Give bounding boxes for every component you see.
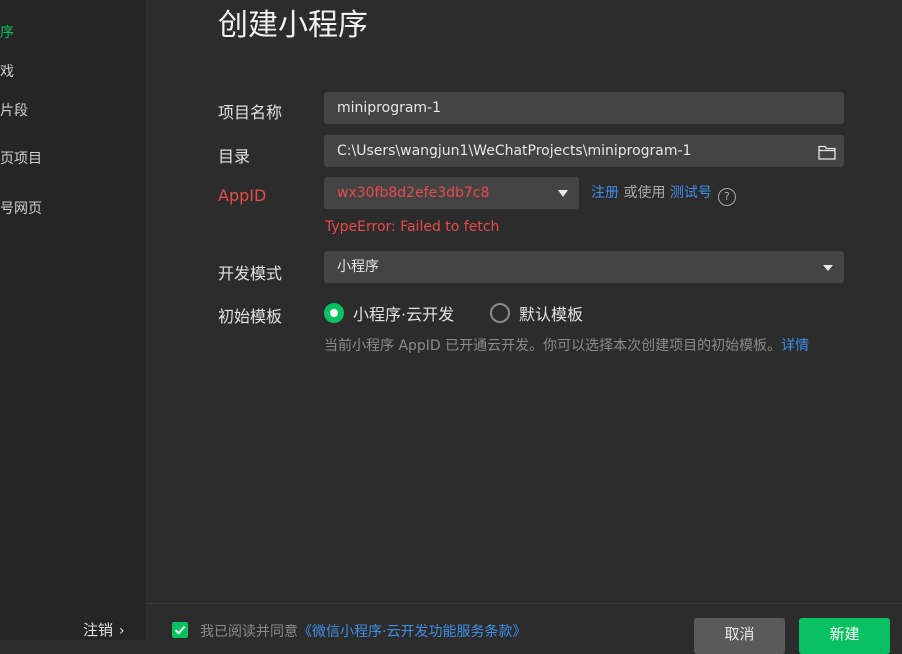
- help-icon[interactable]: ?: [717, 188, 736, 206]
- footer-bar: 我已阅读并同意《微信小程序·云开发功能服务条款》 取消 新建: [146, 603, 902, 654]
- sidebar-item-code-snippet[interactable]: 片段: [0, 100, 28, 120]
- template-hint-text: 当前小程序 AppID 已开通云开发。你可以选择本次创建项目的初始模板。: [324, 338, 782, 354]
- radio-unchecked-icon: [490, 303, 510, 323]
- register-link[interactable]: 注册: [591, 185, 619, 201]
- agree-text: 我已阅读并同意《微信小程序·云开发功能服务条款》: [200, 621, 526, 641]
- template-option-label: 小程序·云开发: [353, 305, 455, 324]
- caret-down-icon: [823, 265, 833, 271]
- create-button[interactable]: 新建: [799, 618, 890, 654]
- directory-label: 目录: [218, 147, 251, 166]
- cancel-button[interactable]: 取消: [694, 618, 785, 654]
- agree-label: 我已阅读并同意: [200, 624, 298, 640]
- agree-checkbox[interactable]: [172, 622, 188, 638]
- check-icon: [174, 625, 186, 635]
- appid-select[interactable]: wx30fb8d2efe3db7c8: [324, 177, 579, 209]
- template-option-label: 默认模板: [519, 305, 584, 324]
- caret-down-icon: [558, 190, 568, 197]
- folder-icon[interactable]: [818, 144, 836, 160]
- test-account-link[interactable]: 测试号: [670, 185, 712, 201]
- template-option-cloud[interactable]: 小程序·云开发: [324, 301, 455, 324]
- sidebar-item-public-project[interactable]: 页项目: [0, 148, 42, 168]
- template-option-default[interactable]: 默认模板: [490, 301, 584, 324]
- page-title: 创建小程序: [218, 8, 368, 43]
- project-name-input[interactable]: [324, 92, 844, 124]
- project-name-label: 项目名称: [218, 103, 283, 122]
- dev-mode-label: 开发模式: [218, 264, 283, 283]
- appid-links: 注册 或使用 测试号?: [591, 182, 736, 206]
- or-use-text: 或使用: [623, 185, 666, 201]
- details-link[interactable]: 详情: [781, 338, 809, 354]
- appid-error-message: TypeError: Failed to fetch: [325, 219, 500, 235]
- chevron-right-icon: ›: [119, 623, 125, 639]
- main-panel: 创建小程序 项目名称 目录 AppID wx30fb8d2efe3db7c8 注…: [146, 0, 902, 654]
- logout-button[interactable]: 注销 ›: [83, 619, 125, 640]
- appid-label: AppID: [218, 186, 267, 205]
- appid-value: wx30fb8d2efe3db7c8: [337, 185, 490, 201]
- logout-label: 注销: [83, 621, 114, 639]
- sidebar-item-game[interactable]: 戏: [0, 61, 14, 81]
- radio-checked-icon: [324, 303, 344, 323]
- template-label: 初始模板: [218, 307, 283, 326]
- template-hint: 当前小程序 AppID 已开通云开发。你可以选择本次创建项目的初始模板。详情: [324, 335, 809, 355]
- dev-mode-select[interactable]: 小程序: [324, 251, 844, 283]
- directory-input[interactable]: [324, 135, 844, 167]
- terms-link[interactable]: 《微信小程序·云开发功能服务条款》: [298, 624, 526, 640]
- sidebar-item-miniprogram[interactable]: 序: [0, 22, 14, 42]
- sidebar-item-official-webpage[interactable]: 号网页: [0, 198, 42, 218]
- dev-mode-value: 小程序: [337, 259, 379, 275]
- sidebar: 序 戏 片段 页项目 号网页 注销 ›: [0, 0, 146, 640]
